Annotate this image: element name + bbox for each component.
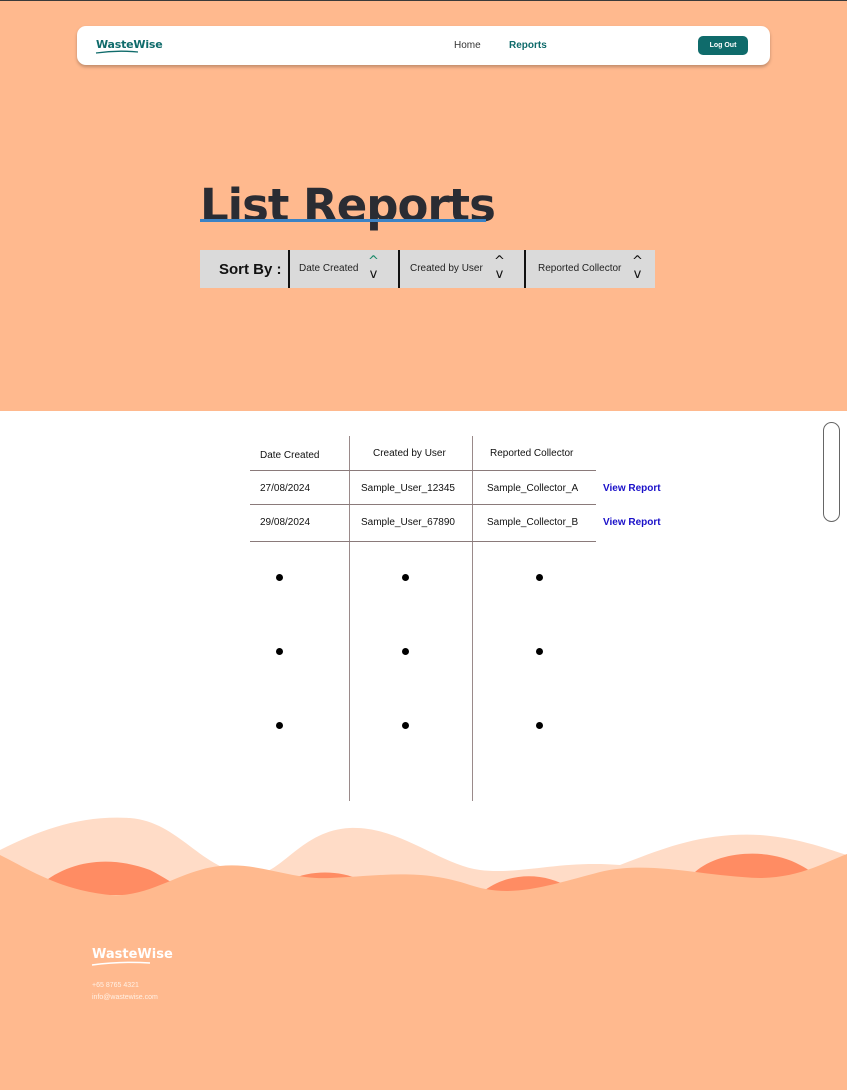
logout-button[interactable]: Log Out — [698, 36, 748, 55]
sort-option-label: Date Created — [299, 263, 359, 274]
cell-collector: Sample_Collector_B — [487, 517, 579, 528]
ellipsis-dot — [276, 722, 283, 729]
sort-descending-icon[interactable]: v — [368, 268, 379, 281]
row-divider — [250, 541, 596, 542]
sort-arrows: ^ v — [632, 255, 643, 281]
ellipsis-dot — [402, 574, 409, 581]
footer-logo-swoosh-icon — [91, 961, 151, 966]
footer-brand-logo[interactable]: WasteWise — [92, 947, 173, 962]
column-header-reported-collector[interactable]: Reported Collector — [490, 448, 573, 459]
view-report-link[interactable]: View Report — [603, 483, 661, 494]
view-report-link[interactable]: View Report — [603, 517, 661, 528]
ellipsis-dot — [402, 722, 409, 729]
row-divider — [250, 504, 596, 505]
sort-option-reported-collector[interactable]: Reported Collector ^ v — [526, 250, 655, 288]
sort-arrows: ^ v — [368, 255, 379, 281]
ellipsis-dot — [402, 648, 409, 655]
column-divider — [472, 436, 473, 801]
ellipsis-dot — [536, 648, 543, 655]
cell-user: Sample_User_12345 — [361, 483, 455, 494]
column-header-created-by-user[interactable]: Created by User — [373, 448, 446, 459]
column-header-date-created[interactable]: Date Created — [260, 450, 319, 461]
sort-option-created-by-user[interactable]: Created by User ^ v — [400, 250, 524, 288]
sort-option-date-created[interactable]: Date Created ^ v — [290, 250, 398, 288]
nav-home-link[interactable]: Home — [454, 40, 481, 51]
sort-descending-icon[interactable]: v — [494, 268, 505, 281]
title-underline — [200, 219, 486, 222]
page-title: List Reports — [200, 179, 496, 232]
reports-table: Date Created Created by User Reported Co… — [0, 411, 847, 811]
sort-option-label: Created by User — [410, 263, 483, 274]
cell-date: 27/08/2024 — [260, 483, 311, 494]
scrollbar-thumb[interactable] — [823, 422, 840, 522]
sort-option-label: Reported Collector — [538, 263, 622, 274]
navbar: WasteWise Home Reports Log Out — [77, 26, 770, 65]
cell-date: 29/08/2024 — [260, 517, 311, 528]
cell-user: Sample_User_67890 — [361, 517, 455, 528]
column-divider — [349, 436, 350, 801]
footer-phone: +65 8765 4321 — [92, 982, 139, 989]
sort-bar: Sort By : Date Created ^ v Created by Us… — [200, 250, 655, 288]
cell-collector: Sample_Collector_A — [487, 483, 579, 494]
ellipsis-dot — [536, 574, 543, 581]
ellipsis-dot — [276, 648, 283, 655]
footer-email[interactable]: info@wastewise.com — [92, 994, 158, 1001]
nav-reports-link[interactable]: Reports — [509, 40, 547, 51]
logo-swoosh-icon — [95, 50, 139, 54]
sort-arrows: ^ v — [494, 255, 505, 281]
sort-label: Sort By : — [219, 261, 282, 278]
sort-descending-icon[interactable]: v — [632, 268, 643, 281]
ellipsis-dot — [536, 722, 543, 729]
ellipsis-dot — [276, 574, 283, 581]
row-divider — [250, 470, 596, 471]
